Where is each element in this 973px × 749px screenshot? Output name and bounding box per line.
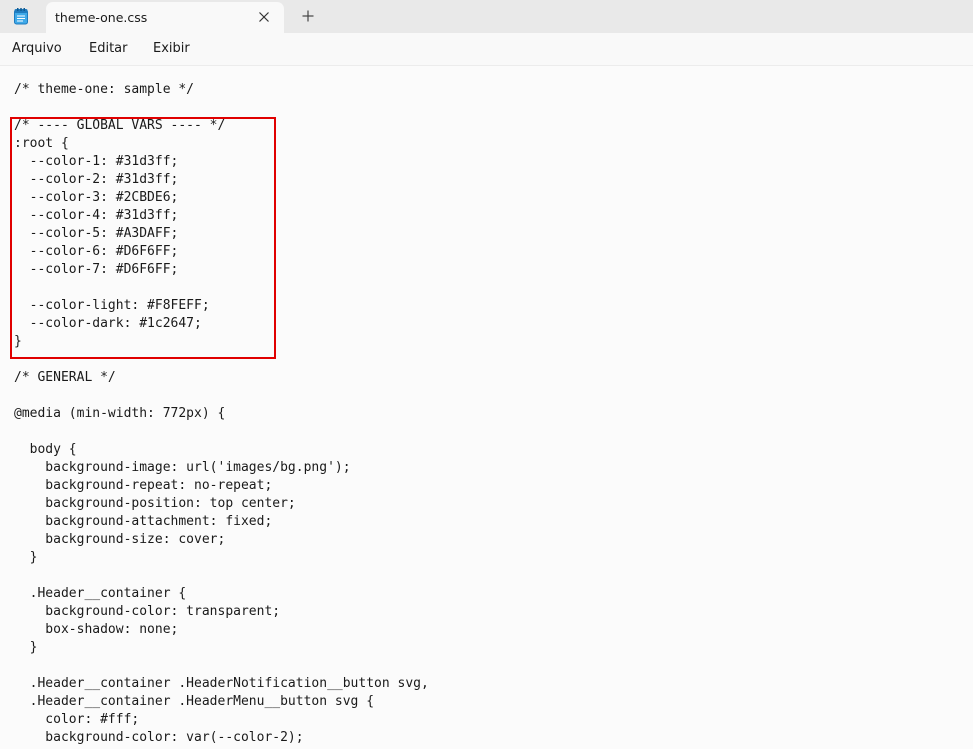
code-line: @media (min-width: 772px) { (14, 406, 226, 421)
code-line: background-color: var(--color-2); (14, 730, 304, 745)
close-icon[interactable] (258, 11, 270, 23)
code-line: background-color: transparent; (14, 604, 281, 619)
code-line: /* theme-one: sample */ (14, 82, 195, 97)
code-line: /* GENERAL */ (14, 370, 116, 385)
code-line: background-repeat: no-repeat; (14, 478, 273, 493)
menu-exibir[interactable]: Exibir (153, 41, 190, 56)
code-line: .Header__container .HeaderMenu__button s… (14, 694, 375, 709)
plus-icon[interactable] (301, 9, 315, 23)
code-line: } (14, 550, 38, 565)
menu-bar: Arquivo Editar Exibir (0, 33, 973, 66)
tab-theme-one[interactable]: theme-one.css (46, 2, 284, 33)
code-line: color: #fff; (14, 712, 140, 727)
code-line: .Header__container { (14, 586, 187, 601)
code-line: background-size: cover; (14, 532, 226, 547)
highlight-box (10, 117, 276, 359)
code-line: } (14, 640, 38, 655)
code-line: background-image: url('images/bg.png'); (14, 460, 351, 475)
tab-bar: theme-one.css (0, 0, 973, 33)
code-line: box-shadow: none; (14, 622, 179, 637)
notepad-window: theme-one.css Arquivo Editar Exibir /* t… (0, 0, 973, 749)
tab-title: theme-one.css (55, 10, 148, 25)
menu-editar[interactable]: Editar (89, 41, 128, 56)
code-line: body { (14, 442, 77, 457)
notepad-icon (14, 8, 28, 25)
text-editor[interactable]: /* theme-one: sample *//* ---- GLOBAL VA… (0, 66, 973, 749)
code-line: background-position: top center; (14, 496, 296, 511)
code-line: .Header__container .HeaderNotification__… (14, 676, 429, 691)
menu-arquivo[interactable]: Arquivo (12, 41, 62, 56)
code-line: background-attachment: fixed; (14, 514, 273, 529)
